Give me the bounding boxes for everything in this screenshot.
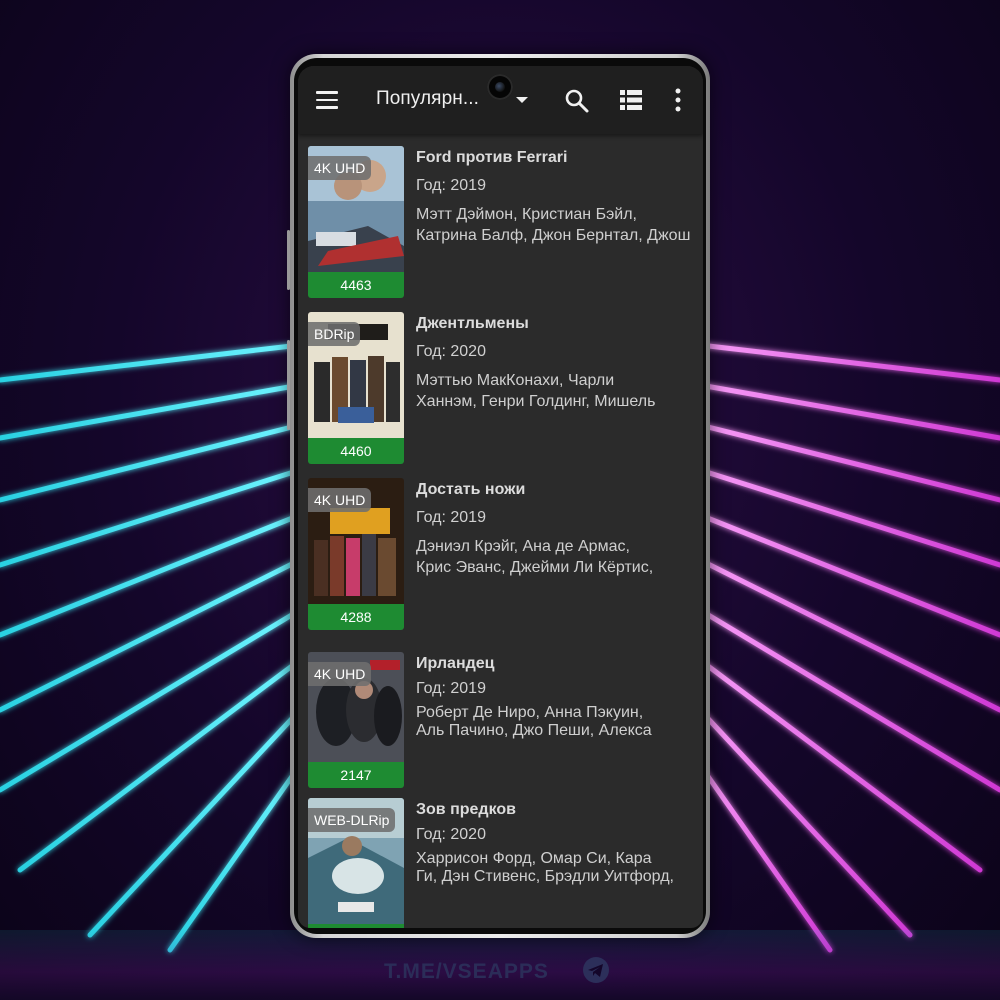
movie-cast: Дэниэл Крэйг, Ана де Армас, Крис Эванс, …: [416, 536, 696, 578]
chevron-down-icon[interactable]: [516, 97, 528, 103]
more-vert-icon[interactable]: [675, 88, 681, 112]
quality-badge: WEB-DLRip: [308, 808, 396, 832]
movie-list-item[interactable]: 4K UHD 4463 Ford против Ferrari Год: 201…: [298, 146, 703, 306]
votes-badge: 4460: [308, 438, 404, 464]
category-dropdown-label[interactable]: Популярн...: [376, 88, 479, 110]
movie-cast-line: Мэттью МакКонахи, Чарли: [416, 372, 615, 389]
phone-side-button: [287, 340, 290, 430]
movie-title: Джентльмены: [416, 315, 529, 332]
movie-cast-line: Крис Эванс, Джейми Ли Кёртис,: [416, 559, 654, 576]
movie-cast-line: Мэтт Дэймон, Кристиан Бэйл,: [416, 206, 637, 223]
list-view-icon[interactable]: [620, 90, 642, 110]
movie-cast: Роберт Де Ниро, Анна Пэкуин, Аль Пачино,…: [416, 704, 696, 740]
movie-title: Ford против Ferrari: [416, 149, 568, 166]
movie-cast: Мэттью МакКонахи, Чарли Ханнэм, Генри Го…: [416, 370, 696, 412]
movie-title: Зов предков: [416, 801, 516, 818]
quality-badge: 4K UHD: [308, 488, 372, 512]
movie-poster[interactable]: 4K UHD 4288: [308, 478, 404, 630]
movie-title: Ирландец: [416, 655, 495, 672]
movie-cast-line: Аль Пачино, Джо Пеши, Алекса: [416, 722, 652, 739]
movie-list-item[interactable]: BDRip 4460 Джентльмены Год: 2020 Мэттью …: [298, 312, 703, 472]
movie-cast: Мэтт Дэймон, Кристиан Бэйл, Катрина Балф…: [416, 204, 696, 246]
votes-badge: 2147: [308, 762, 404, 788]
telegram-icon: [583, 957, 609, 983]
movie-cast-line: Дэниэл Крэйг, Ана де Армас,: [416, 538, 630, 555]
front-camera: [487, 74, 513, 100]
movie-cast-line: Роберт Де Ниро, Анна Пэкуин,: [416, 704, 644, 721]
movie-title: Достать ножи: [416, 481, 526, 498]
movie-year: Год: 2019: [416, 680, 486, 697]
quality-badge: 4K UHD: [308, 156, 372, 180]
movie-meta: Зов предков Год: 2020 Харрисон Форд, Ома…: [416, 800, 696, 886]
movie-cast-line: Харрисон Форд, Омар Си, Кара: [416, 850, 652, 867]
app-bar: Популярн...: [298, 66, 703, 134]
movie-cast-line: Ханнэм, Генри Голдинг, Мишель: [416, 393, 656, 410]
search-icon[interactable]: [564, 88, 590, 114]
movie-poster[interactable]: WEB-DLRip 1876: [308, 798, 404, 928]
movie-year: Год: 2019: [416, 509, 486, 526]
quality-badge: 4K UHD: [308, 662, 372, 686]
movie-year: Год: 2019: [416, 177, 486, 194]
movie-cast-line: Ги, Дэн Стивенс, Брэдли Уитфорд,: [416, 868, 674, 885]
watermark: T.ME/VSEAPPS: [384, 960, 549, 983]
app-screen: Популярн... 4K UHD 4463 Ford против Ferr…: [298, 66, 703, 928]
movie-list-item[interactable]: 4K UHD 2147 Ирландец Год: 2019 Роберт Де…: [298, 652, 703, 802]
quality-badge: BDRip: [308, 322, 361, 346]
menu-icon[interactable]: [316, 91, 338, 109]
movie-meta: Джентльмены Год: 2020 Мэттью МакКонахи, …: [416, 314, 696, 412]
movie-list-item[interactable]: 4K UHD 4288 Достать ножи Год: 2019 Дэниэ…: [298, 478, 703, 638]
movie-meta: Ford против Ferrari Год: 2019 Мэтт Дэймо…: [416, 148, 696, 246]
movie-meta: Ирландец Год: 2019 Роберт Де Ниро, Анна …: [416, 654, 696, 740]
movie-list-item[interactable]: WEB-DLRip 1876 Зов предков Год: 2020 Хар…: [298, 798, 703, 928]
movie-year: Год: 2020: [416, 343, 486, 360]
movie-poster[interactable]: BDRip 4460: [308, 312, 404, 464]
movie-cast-line: Катрина Балф, Джон Бернтал, Джош: [416, 227, 691, 244]
movie-poster[interactable]: 4K UHD 2147: [308, 652, 404, 788]
votes-badge: 4463: [308, 272, 404, 298]
votes-badge: 1876: [308, 924, 404, 928]
phone-side-button: [287, 230, 290, 290]
movie-poster[interactable]: 4K UHD 4463: [308, 146, 404, 298]
movie-year: Год: 2020: [416, 826, 486, 843]
movie-meta: Достать ножи Год: 2019 Дэниэл Крэйг, Ана…: [416, 480, 696, 578]
movie-cast: Харрисон Форд, Омар Си, Кара Ги, Дэн Сти…: [416, 850, 696, 886]
votes-badge: 4288: [308, 604, 404, 630]
